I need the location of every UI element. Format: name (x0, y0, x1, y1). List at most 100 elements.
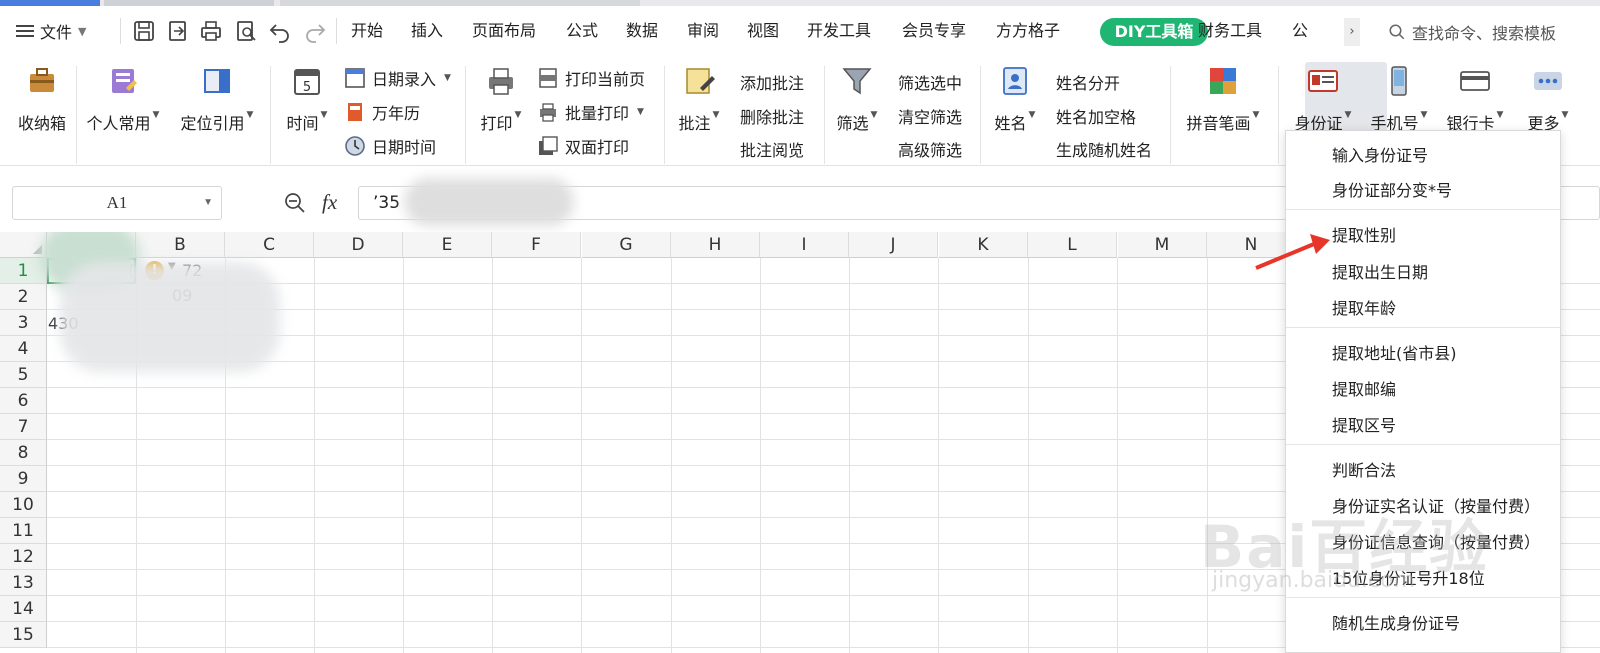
row-header-9[interactable]: 9 (0, 466, 47, 492)
print-button[interactable]: 打印 ▼ (476, 64, 526, 134)
column-header-d[interactable]: D (314, 232, 403, 258)
menu-item-extract-areacode[interactable]: 提取区号 (1332, 412, 1396, 436)
row-header-7[interactable]: 7 (0, 414, 47, 440)
tab-data[interactable]: 数据 (626, 20, 658, 42)
column-header-k[interactable]: K (939, 232, 1028, 258)
delete-comment-button[interactable]: 删除批注 (740, 104, 804, 128)
row-header-14[interactable]: 14 (0, 596, 47, 622)
column-header-b[interactable]: B (136, 232, 225, 258)
export-icon[interactable] (166, 19, 190, 43)
tab-view[interactable]: 视图 (747, 20, 779, 42)
menu-item-extract-postcode[interactable]: 提取邮编 (1332, 376, 1396, 400)
pinyin-stroke-button[interactable]: 拼音笔画 ▼ (1180, 64, 1266, 134)
row-header-2[interactable]: 2 (0, 284, 47, 310)
comment-button[interactable]: 批注 ▼ (674, 64, 724, 134)
read-comment-button[interactable]: 批注阅览 (740, 137, 804, 161)
divider (120, 18, 121, 44)
row-header-4[interactable]: 4 (0, 336, 47, 362)
clear-filter-button[interactable]: 清空筛选 (898, 104, 962, 128)
date-entry-button[interactable]: 日期录入 ▼ (344, 66, 451, 90)
tab-page-layout[interactable]: 页面布局 (472, 20, 536, 42)
tab-review[interactable]: 审阅 (687, 20, 719, 42)
row-header-3[interactable]: 3 (0, 310, 47, 336)
redo-icon[interactable] (303, 19, 327, 43)
random-name-button[interactable]: 生成随机姓名 (1056, 137, 1152, 161)
file-menu[interactable]: 文件 ▼ (16, 19, 86, 43)
column-header-l[interactable]: L (1028, 232, 1117, 258)
more-button[interactable]: 更多 ▼ (1520, 64, 1576, 134)
row-header-10[interactable]: 10 (0, 492, 47, 518)
filter-button[interactable]: 筛选 ▼ (832, 64, 882, 134)
datetime-button[interactable]: 日期时间 (344, 134, 436, 158)
tab-home[interactable]: 开始 (351, 20, 383, 42)
column-header-f[interactable]: F (492, 232, 581, 258)
name-button[interactable]: 姓名 ▼ (990, 64, 1040, 134)
print-icon[interactable] (199, 19, 223, 43)
more-tabs-button[interactable]: › (1344, 18, 1360, 46)
column-header-c[interactable]: C (225, 232, 314, 258)
name-card-icon (1003, 67, 1027, 95)
batch-print-button[interactable]: 批量打印 ▼ (537, 100, 644, 124)
menu-item-validate[interactable]: 判断合法 (1332, 457, 1396, 481)
column-header-h[interactable]: H (671, 232, 760, 258)
add-comment-button[interactable]: 添加批注 (740, 70, 804, 94)
tab-fangfang[interactable]: 方方格子 (996, 20, 1060, 42)
perpetual-calendar-button[interactable]: 万年历 (344, 100, 420, 124)
name-add-space-button[interactable]: 姓名加空格 (1056, 104, 1136, 128)
tab-formula[interactable]: 公式 (566, 20, 598, 42)
collect-box-button[interactable]: 收纳箱 (14, 64, 70, 134)
tab-insert[interactable]: 插入 (411, 20, 443, 42)
hamburger-icon (16, 24, 34, 38)
row-header-13[interactable]: 13 (0, 570, 47, 596)
chevron-down-icon[interactable]: ▼ (203, 187, 213, 219)
personal-common-button[interactable]: 个人常用 ▼ (82, 64, 164, 134)
column-header-j[interactable]: J (849, 232, 938, 258)
tab-diy-toolbox[interactable]: DIY工具箱 (1100, 18, 1208, 46)
locate-reference-button[interactable]: 定位引用 ▼ (176, 64, 258, 134)
column-header-g[interactable]: G (582, 232, 671, 258)
fx-icon[interactable]: fx (322, 190, 337, 215)
row-header-11[interactable]: 11 (0, 518, 47, 544)
menu-item-extract-address[interactable]: 提取地址(省市县) (1332, 340, 1457, 364)
idcard-button[interactable]: 身份证 ▼ (1288, 64, 1358, 134)
bank-card-icon (1460, 71, 1490, 91)
undo-icon[interactable] (268, 19, 292, 43)
menu-item-random-id[interactable]: 随机生成身份证号 (1332, 610, 1460, 634)
menu-item-mask-id[interactable]: 身份证部分变*号 (1332, 177, 1452, 201)
gridline (760, 258, 761, 653)
tab-truncated[interactable]: 公 (1292, 20, 1308, 42)
name-box[interactable]: A1 ▼ (12, 186, 222, 220)
phone-number-button[interactable]: 手机号 ▼ (1366, 64, 1432, 134)
menu-item-input-id[interactable]: 输入身份证号 (1332, 142, 1428, 166)
tab-finance-tools[interactable]: 财务工具 (1198, 20, 1262, 42)
row-header-6[interactable]: 6 (0, 388, 47, 414)
gridline (938, 258, 939, 653)
more-dots-icon (1534, 72, 1562, 90)
print-current-page-button[interactable]: 打印当前页 (537, 66, 645, 90)
bank-card-button[interactable]: 银行卡 ▼ (1442, 64, 1508, 134)
gridline (849, 258, 850, 653)
gridline (314, 258, 315, 653)
menu-item-extract-gender[interactable]: 提取性别 (1332, 222, 1396, 246)
save-icon[interactable] (132, 19, 156, 43)
row-header-15[interactable]: 15 (0, 622, 47, 648)
menu-item-extract-birthdate[interactable]: 提取出生日期 (1332, 259, 1428, 283)
column-header-e[interactable]: E (403, 232, 492, 258)
column-header-i[interactable]: I (760, 232, 849, 258)
filter-selected-button[interactable]: 筛选选中 (898, 70, 962, 94)
tab-developer[interactable]: 开发工具 (807, 20, 871, 42)
zoom-icon[interactable] (284, 192, 306, 214)
menu-item-extract-age[interactable]: 提取年龄 (1332, 295, 1396, 319)
tab-member[interactable]: 会员专享 (902, 20, 966, 42)
command-search[interactable]: 查找命令、搜索模板 (1388, 20, 1556, 44)
row-header-8[interactable]: 8 (0, 440, 47, 466)
column-header-m[interactable]: M (1118, 232, 1207, 258)
print-preview-icon[interactable] (234, 19, 258, 43)
duplex-print-button[interactable]: 双面打印 (537, 134, 629, 158)
row-header-5[interactable]: 5 (0, 362, 47, 388)
split-name-button[interactable]: 姓名分开 (1056, 70, 1120, 94)
divider (1170, 66, 1171, 164)
advanced-filter-button[interactable]: 高级筛选 (898, 137, 962, 161)
row-header-12[interactable]: 12 (0, 544, 47, 570)
time-button[interactable]: 5 时间 ▼ (282, 64, 332, 134)
